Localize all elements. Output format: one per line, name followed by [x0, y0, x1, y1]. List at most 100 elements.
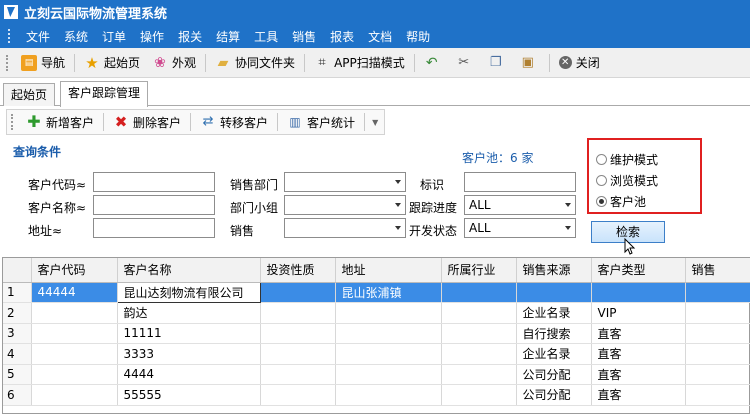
delete-customer-button[interactable]: ✖ 删除客户 — [107, 110, 187, 134]
cell-address[interactable] — [335, 364, 442, 385]
menu-order[interactable]: 订单 — [95, 28, 133, 45]
home-button[interactable]: ★ 起始页 — [78, 51, 146, 75]
cut-button[interactable]: ✂ — [450, 51, 482, 75]
menu-tools[interactable]: 工具 — [247, 28, 285, 45]
cell-industry[interactable] — [441, 384, 517, 406]
column-header[interactable]: 销售来源 — [516, 258, 592, 283]
menu-file[interactable]: 文件 — [19, 28, 57, 45]
cell-source[interactable]: 企业名录 — [516, 343, 592, 365]
cell-code[interactable] — [31, 323, 118, 344]
cell-invest[interactable] — [260, 384, 336, 406]
copy-button[interactable]: ❐ — [482, 51, 514, 75]
cell-source[interactable]: 公司分配 — [516, 384, 592, 406]
cell-address[interactable] — [335, 343, 442, 365]
table-row[interactable]: 4 3333 企业名录 直客 — [3, 343, 750, 365]
toolbar-overflow-button[interactable]: ▼ — [368, 110, 382, 134]
cell-type[interactable]: 直客 — [591, 343, 686, 365]
cell-source[interactable]: 企业名录 — [516, 302, 592, 324]
cell-type[interactable]: 直客 — [591, 323, 686, 344]
column-header[interactable]: 客户名称 — [117, 258, 261, 283]
cell-name[interactable]: 昆山达刻物流有限公司 — [116, 281, 261, 303]
customer-stats-button[interactable]: ▥ 客户统计 — [281, 110, 361, 134]
menu-docs[interactable]: 文档 — [361, 28, 399, 45]
cell-invest[interactable] — [260, 302, 336, 324]
tab-customer-tracking[interactable]: 客户跟踪管理 — [60, 81, 149, 107]
cell-code[interactable] — [31, 343, 118, 365]
cell-name[interactable]: 韵达 — [117, 302, 261, 324]
tab-home[interactable]: 起始页 — [3, 83, 56, 106]
cell-type[interactable]: 直客 — [591, 384, 686, 406]
dev-status-select[interactable]: ALL — [464, 218, 576, 238]
sales-dept-select[interactable] — [284, 172, 406, 192]
look-button[interactable]: ❀ 外观 — [146, 51, 202, 75]
column-header[interactable]: 客户类型 — [591, 258, 686, 283]
table-row[interactable]: 3 11111 自行搜索 直客 — [3, 323, 750, 344]
cell-invest[interactable] — [260, 364, 336, 385]
cell-invest[interactable] — [260, 343, 336, 365]
undo-button[interactable]: ↶ — [418, 51, 450, 75]
cell-industry[interactable] — [441, 343, 517, 365]
cell-source[interactable]: 公司分配 — [516, 364, 592, 385]
cell-code[interactable]: 44444 — [31, 282, 118, 303]
cell-address[interactable]: 昆山张浦镇 — [335, 282, 442, 303]
menu-reports[interactable]: 报表 — [323, 28, 361, 45]
cell-code[interactable] — [31, 364, 118, 385]
salesperson-select[interactable] — [284, 218, 406, 238]
column-header[interactable]: 客户代码 — [31, 258, 118, 283]
shared-folder-button[interactable]: ▰ 协同文件夹 — [209, 51, 301, 75]
cell-invest[interactable] — [260, 282, 336, 303]
transfer-customer-button[interactable]: ⇄ 转移客户 — [194, 110, 274, 134]
cell-sales[interactable] — [685, 323, 750, 344]
cell-sales[interactable] — [685, 302, 750, 324]
dept-group-select[interactable] — [284, 195, 406, 215]
column-header[interactable]: 所属行业 — [441, 258, 517, 283]
mark-input[interactable] — [464, 172, 576, 192]
nav-button[interactable]: ▤ 导航 — [15, 51, 71, 75]
customer-code-input[interactable] — [93, 172, 215, 192]
cell-type[interactable]: VIP — [591, 302, 686, 324]
paste-button[interactable]: ▣ — [514, 51, 546, 75]
cell-industry[interactable] — [441, 282, 517, 303]
cell-name[interactable]: 3333 — [117, 343, 261, 365]
cell-address[interactable] — [335, 384, 442, 406]
table-row[interactable]: 6 55555 公司分配 直客 — [3, 384, 750, 406]
close-button[interactable]: ✕ 关闭 — [553, 51, 606, 75]
customer-name-input[interactable] — [93, 195, 215, 215]
cell-sales[interactable] — [685, 384, 750, 406]
cell-sales[interactable] — [685, 343, 750, 365]
cell-code[interactable] — [31, 302, 118, 324]
cell-invest[interactable] — [260, 323, 336, 344]
cell-name[interactable]: 11111 — [117, 323, 261, 344]
mode-maintain-radio[interactable]: 维护模式 — [596, 151, 658, 168]
cell-industry[interactable] — [441, 302, 517, 324]
cell-industry[interactable] — [441, 323, 517, 344]
menu-system[interactable]: 系统 — [57, 28, 95, 45]
mode-browse-radio[interactable]: 浏览模式 — [596, 172, 658, 189]
cell-name[interactable]: 4444 — [117, 364, 261, 385]
table-row[interactable]: 5 4444 公司分配 直客 — [3, 364, 750, 385]
cell-type[interactable]: 直客 — [591, 364, 686, 385]
cell-source[interactable] — [516, 282, 592, 303]
menu-operation[interactable]: 操作 — [133, 28, 171, 45]
cell-address[interactable] — [335, 302, 442, 324]
cell-name[interactable]: 55555 — [117, 384, 261, 406]
cell-source[interactable]: 自行搜索 — [516, 323, 592, 344]
app-scan-button[interactable]: ⌗ APP扫描模式 — [308, 51, 411, 75]
table-row[interactable]: 1 44444 昆山达刻物流有限公司 昆山张浦镇 — [3, 281, 750, 303]
address-input[interactable] — [93, 218, 215, 238]
menu-customs[interactable]: 报关 — [171, 28, 209, 45]
column-header[interactable]: 地址 — [335, 258, 442, 283]
cell-industry[interactable] — [441, 364, 517, 385]
cell-sales[interactable] — [685, 282, 750, 303]
cell-sales[interactable] — [685, 364, 750, 385]
cell-address[interactable] — [335, 323, 442, 344]
menu-settlement[interactable]: 结算 — [209, 28, 247, 45]
column-header[interactable]: 投资性质 — [260, 258, 336, 283]
mode-pool-radio[interactable]: 客户池 — [596, 193, 646, 210]
menu-sales[interactable]: 销售 — [285, 28, 323, 45]
cell-type[interactable] — [591, 282, 686, 303]
cell-code[interactable] — [31, 384, 118, 406]
table-row[interactable]: 2 韵达 企业名录 VIP — [3, 302, 750, 324]
add-customer-button[interactable]: ✚ 新增客户 — [20, 110, 100, 134]
menu-help[interactable]: 帮助 — [399, 28, 437, 45]
